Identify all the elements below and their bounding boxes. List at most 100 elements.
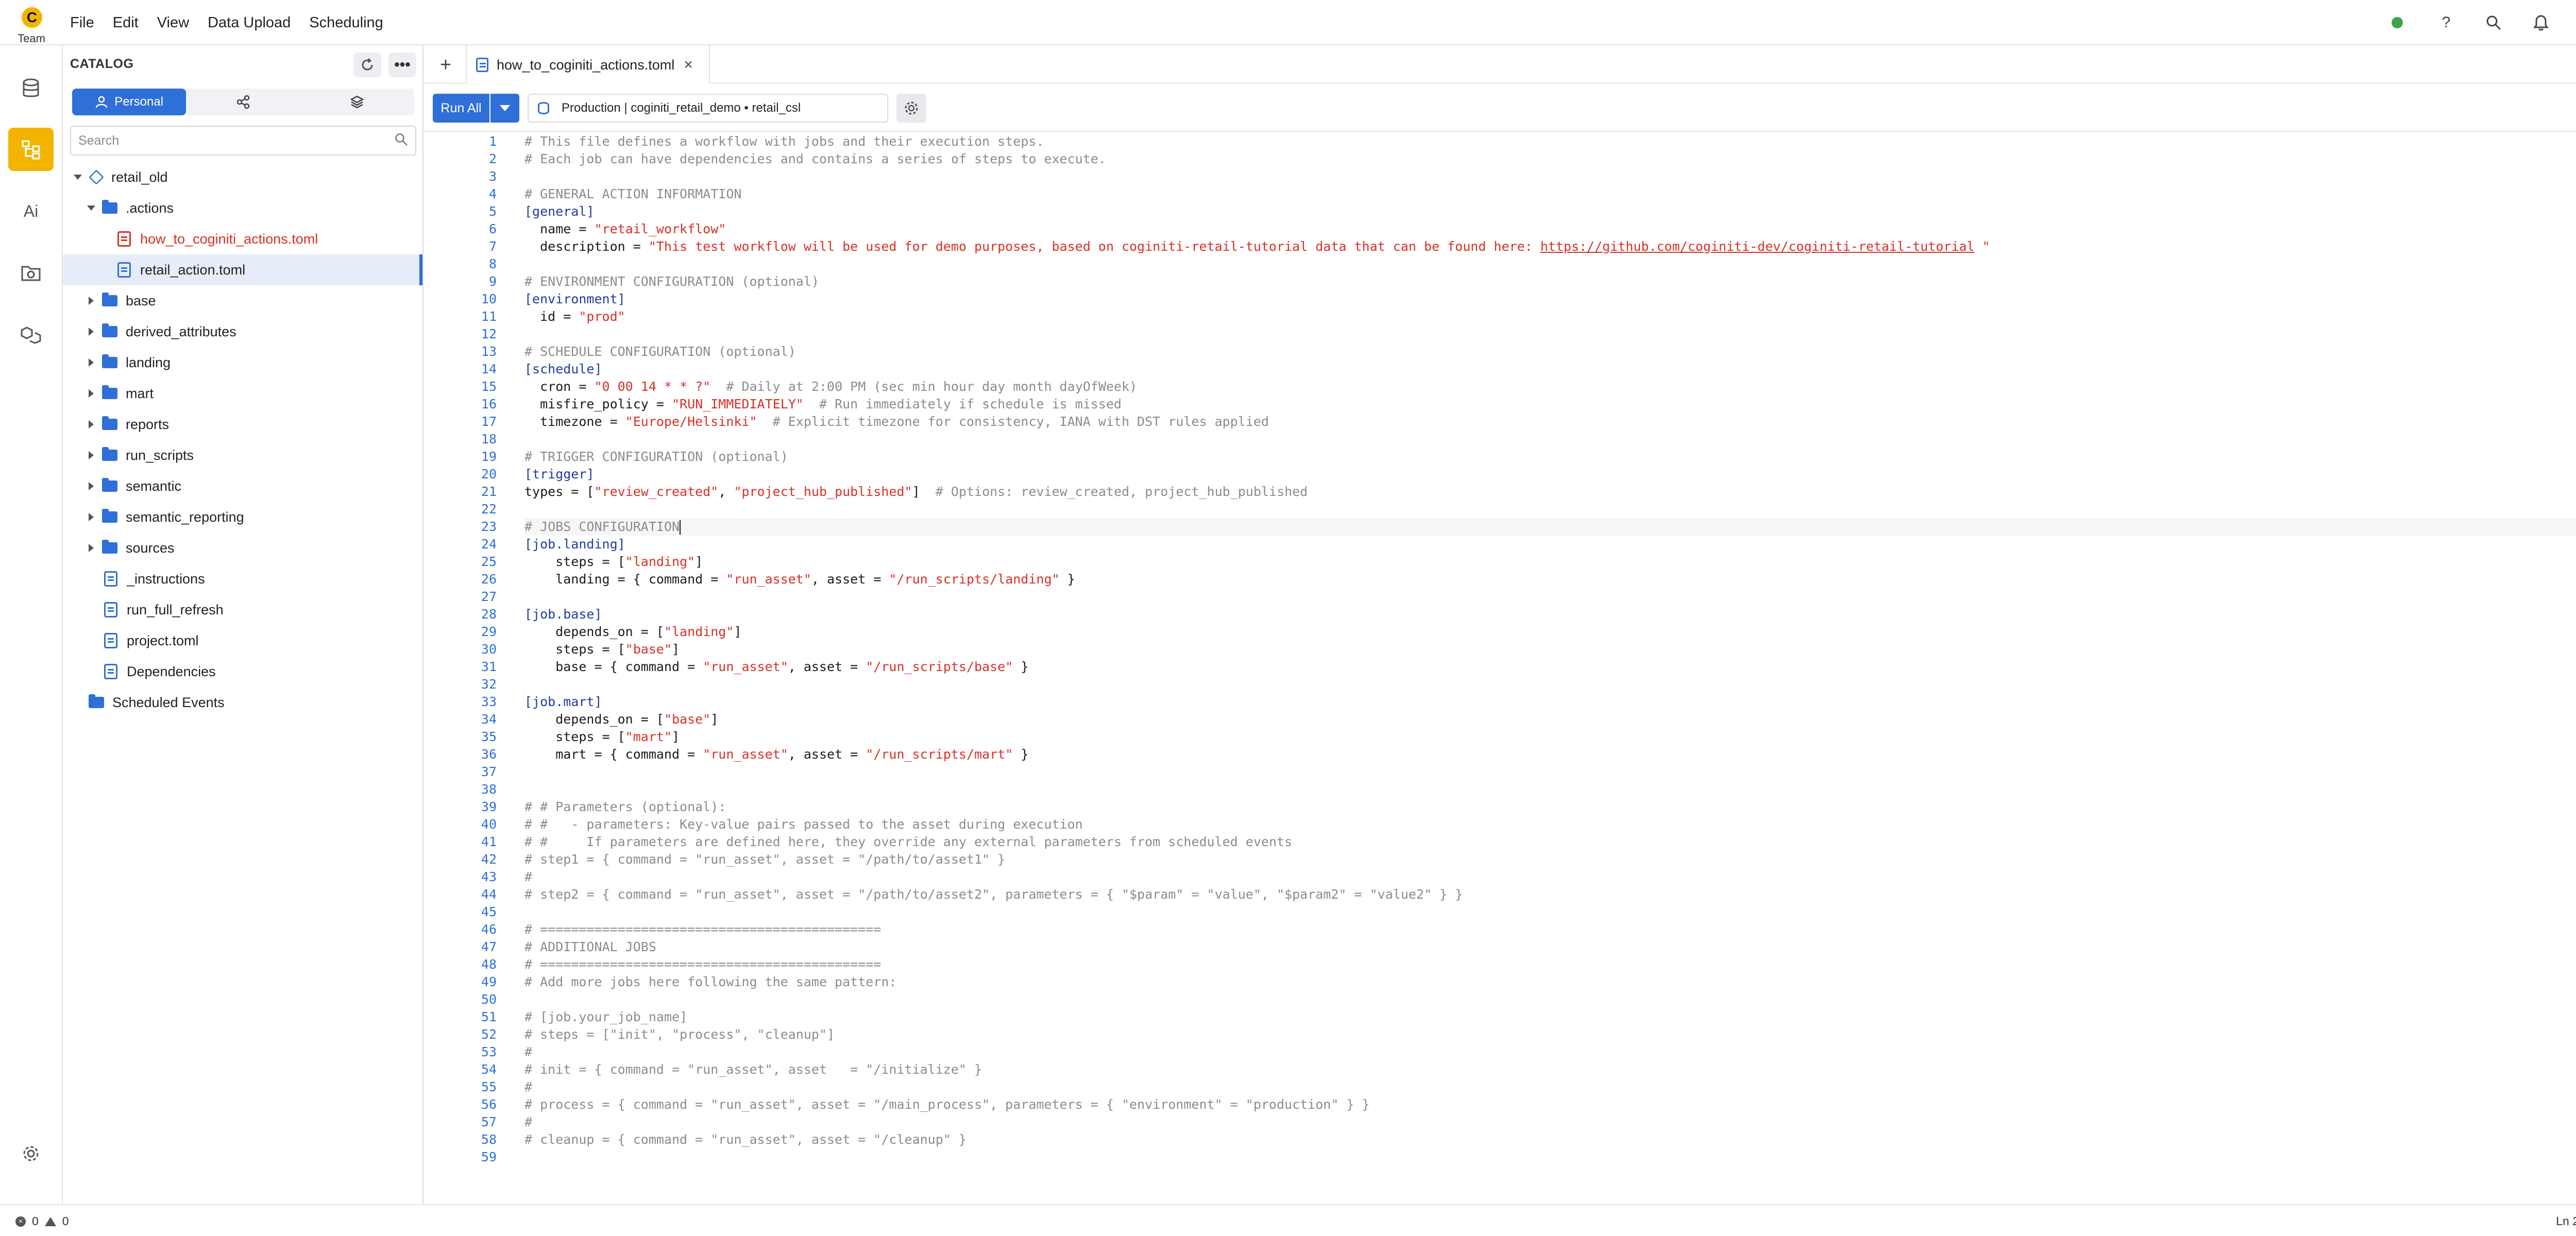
code-line[interactable]: # # Parameters (optional):	[524, 798, 2576, 816]
code-line[interactable]: [trigger]	[524, 466, 2576, 483]
menu-scheduling[interactable]: Scheduling	[309, 14, 383, 31]
code-line[interactable]	[524, 763, 2576, 781]
chevron-right-icon[interactable]	[86, 388, 97, 399]
code-editor[interactable]: 1 2 3 4 5 6 7 8 9 10 11 12 13 14 15 16 17 18 19 20 21 22 23 24 2…	[425, 133, 2576, 1204]
more-options-icon[interactable]: •••	[388, 53, 416, 77]
code-line[interactable]: id = "prod"	[524, 308, 2576, 325]
code-line[interactable]: # step2 = { command = "run_asset", asset…	[524, 886, 2576, 903]
code-line[interactable]: mart = { command = "run_asset", asset = …	[524, 746, 2576, 763]
code-line[interactable]	[524, 781, 2576, 798]
code-line[interactable]	[524, 325, 2576, 343]
editor-tab[interactable]: how_to_coginiti_actions.toml ×	[466, 45, 710, 84]
code-line[interactable]	[524, 501, 2576, 518]
code-content[interactable]: # This file defines a workflow with jobs…	[524, 133, 2576, 1166]
code-line[interactable]: [job.base]	[524, 606, 2576, 623]
code-line[interactable]: # JOBS CONFIGURATION	[524, 518, 2576, 536]
tree-node[interactable]: retail_old	[63, 162, 422, 193]
code-line[interactable]: # Each job can have dependencies and con…	[524, 150, 2576, 168]
code-line[interactable]: # ADDITIONAL JOBS	[524, 938, 2576, 956]
tree-node[interactable]: .actions	[63, 193, 422, 224]
chevron-right-icon[interactable]	[86, 419, 97, 430]
chevron-right-icon[interactable]	[86, 480, 97, 492]
code-line[interactable]: #	[524, 1078, 2576, 1096]
close-icon[interactable]: ×	[684, 56, 693, 74]
code-line[interactable]: # step1 = { command = "run_asset", asset…	[524, 851, 2576, 868]
tree-node[interactable]: Dependencies	[63, 656, 422, 687]
code-line[interactable]: depends_on = ["base"]	[524, 711, 2576, 728]
code-line[interactable]: # GENERAL ACTION INFORMATION	[524, 185, 2576, 203]
folder-sync-icon[interactable]	[8, 251, 54, 295]
code-line[interactable]: # SCHEDULE CONFIGURATION (optional)	[524, 343, 2576, 360]
menu-edit[interactable]: Edit	[113, 14, 139, 31]
code-line[interactable]: # ======================================…	[524, 956, 2576, 973]
code-line[interactable]: # TRIGGER CONFIGURATION (optional)	[524, 448, 2576, 466]
code-line[interactable]: [job.landing]	[524, 536, 2576, 553]
code-line[interactable]	[524, 991, 2576, 1008]
code-line[interactable]: # Add more jobs here following the same …	[524, 973, 2576, 991]
code-line[interactable]: types = ["review_created", "project_hub_…	[524, 483, 2576, 501]
bell-icon[interactable]	[2532, 13, 2550, 32]
code-line[interactable]: steps = ["landing"]	[524, 553, 2576, 571]
tree-node[interactable]: sources	[63, 533, 422, 563]
connection-selector[interactable]: Production | coginiti_retail_demo • reta…	[528, 94, 888, 123]
code-line[interactable]: [job.mart]	[524, 693, 2576, 711]
code-link[interactable]: https://github.com/coginiti-dev/coginiti…	[1540, 239, 1975, 254]
code-line[interactable]: # [job.your_job_name]	[524, 1008, 2576, 1026]
chevron-right-icon[interactable]	[86, 450, 97, 461]
code-line[interactable]: # process = { command = "run_asset", ass…	[524, 1096, 2576, 1113]
settings-gear-icon[interactable]	[8, 1132, 54, 1175]
run-options-chevron-down-icon[interactable]	[490, 94, 519, 123]
code-line[interactable]: depends_on = ["landing"]	[524, 623, 2576, 641]
database-icon[interactable]	[8, 67, 54, 110]
tree-node[interactable]: how_to_coginiti_actions.toml	[63, 224, 422, 254]
catalog-search-input[interactable]	[78, 131, 382, 150]
tree-node[interactable]: retail_action.toml	[63, 254, 422, 285]
problems-summary[interactable]: × 0 0	[15, 1214, 69, 1228]
chevron-right-icon[interactable]	[86, 326, 97, 337]
code-line[interactable]: steps = ["base"]	[524, 641, 2576, 658]
chevron-right-icon[interactable]	[86, 357, 97, 368]
code-line[interactable]: [environment]	[524, 290, 2576, 308]
tab-project-hub[interactable]	[300, 89, 414, 115]
menu-file[interactable]: File	[70, 14, 94, 31]
tree-node[interactable]: semantic	[63, 471, 422, 502]
help-icon[interactable]: ?	[2437, 13, 2455, 32]
tree-node[interactable]: mart	[63, 378, 422, 409]
code-line[interactable]	[524, 1148, 2576, 1166]
code-line[interactable]: [general]	[524, 203, 2576, 220]
code-line[interactable]: steps = ["mart"]	[524, 728, 2576, 746]
chevron-down-icon[interactable]	[72, 171, 83, 183]
team-switcher[interactable]: C Team	[0, 0, 63, 48]
code-line[interactable]: #	[524, 1113, 2576, 1131]
new-tab-plus-icon[interactable]: +	[433, 53, 459, 77]
code-line[interactable]: timezone = "Europe/Helsinki" # Explicit …	[524, 413, 2576, 431]
code-line[interactable]	[524, 588, 2576, 606]
code-line[interactable]: # # - parameters: Key-value pairs passed…	[524, 816, 2576, 833]
tree-node[interactable]: semantic_reporting	[63, 502, 422, 533]
tree-node[interactable]: reports	[63, 409, 422, 440]
ai-assistant-icon[interactable]: Ai	[8, 190, 54, 233]
code-line[interactable]: # ======================================…	[524, 921, 2576, 938]
cubes-icon[interactable]	[8, 313, 54, 356]
catalog-tree-icon[interactable]	[8, 128, 54, 171]
chevron-down-icon[interactable]	[86, 202, 97, 214]
tree-node[interactable]: derived_attributes	[63, 316, 422, 347]
chevron-right-icon[interactable]	[86, 511, 97, 523]
cursor-position[interactable]: Ln 23, Col 21	[2556, 1214, 2576, 1228]
code-line[interactable]: landing = { command = "run_asset", asset…	[524, 571, 2576, 588]
code-line[interactable]	[524, 255, 2576, 273]
code-line[interactable]: # steps = ["init", "process", "cleanup"]	[524, 1026, 2576, 1043]
code-line[interactable]: [schedule]	[524, 360, 2576, 378]
code-line[interactable]: # This file defines a workflow with jobs…	[524, 133, 2576, 150]
tree-node[interactable]: landing	[63, 347, 422, 378]
menu-data-upload[interactable]: Data Upload	[208, 14, 291, 31]
code-line[interactable]: base = { command = "run_asset", asset = …	[524, 658, 2576, 676]
search-icon[interactable]	[2484, 13, 2503, 32]
tree-node[interactable]: project.toml	[63, 625, 422, 656]
tree-node[interactable]: run_full_refresh	[63, 594, 422, 625]
code-line[interactable]: description = "This test workflow will b…	[524, 238, 2576, 255]
code-line[interactable]	[524, 903, 2576, 921]
tree-node[interactable]: Scheduled Events	[63, 687, 422, 718]
code-line[interactable]: name = "retail_workflow"	[524, 220, 2576, 238]
run-all-button[interactable]: Run All	[433, 94, 489, 123]
